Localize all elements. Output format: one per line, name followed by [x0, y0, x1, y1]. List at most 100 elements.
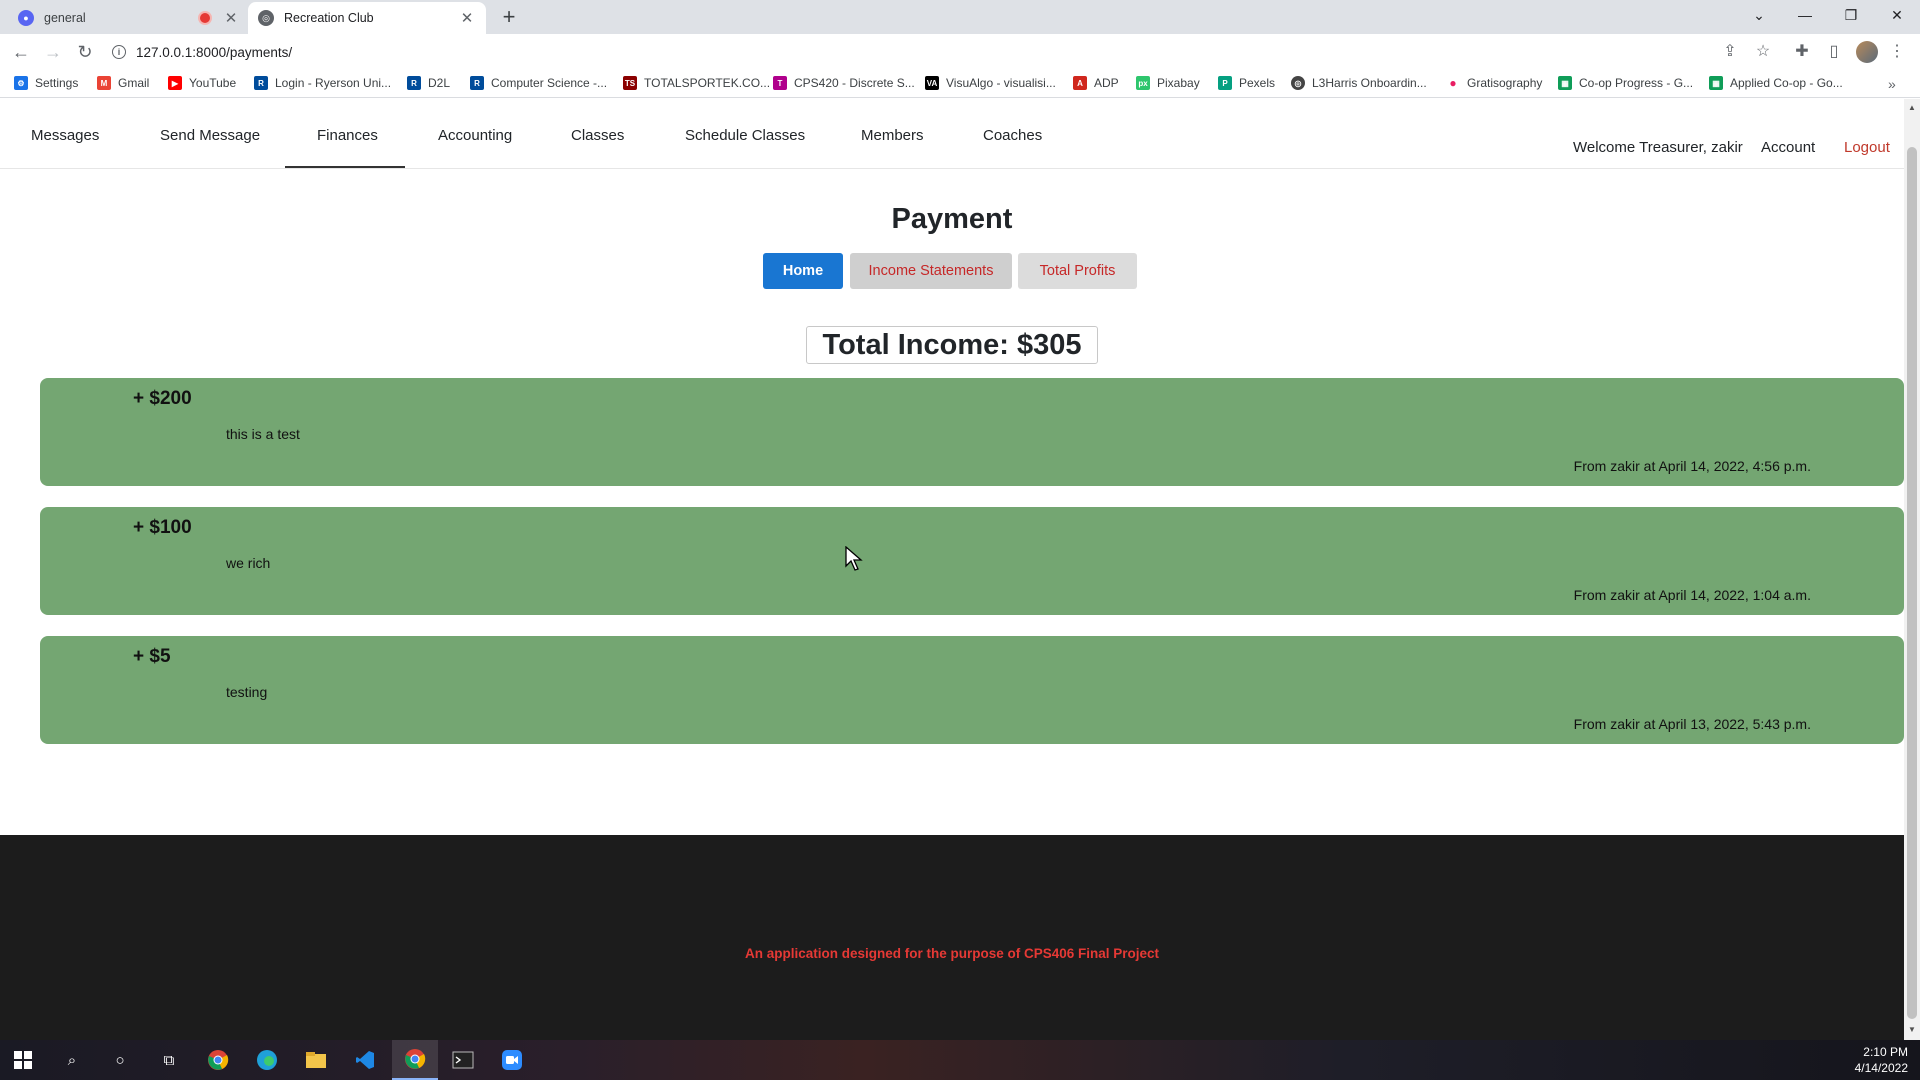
bookmark-youtube[interactable]: ▶ YouTube [168, 76, 236, 90]
payment-amount: + $5 [133, 646, 171, 667]
tab-recreation-club[interactable]: ◎ Recreation Club ✕ [248, 2, 486, 34]
home-button[interactable]: Home [763, 253, 843, 289]
payment-meta: From zakir at April 14, 2022, 1:04 a.m. [1573, 587, 1811, 603]
close-tab-icon[interactable]: ✕ [458, 9, 476, 27]
total-profits-button[interactable]: Total Profits [1018, 253, 1137, 289]
nav-send-message[interactable]: Send Message [160, 127, 260, 144]
gear-icon: ⚙ [14, 76, 28, 90]
vscode-icon[interactable] [353, 1048, 377, 1072]
tab-strip: ● general ✕ ◎ Recreation Club ✕ + ⌄ — ❐ … [0, 0, 1920, 34]
site-info-icon[interactable]: i [112, 45, 126, 59]
bookmark-label: Computer Science -... [491, 76, 608, 90]
clock-date: 4/14/2022 [1854, 1061, 1908, 1075]
bookmark-gmail[interactable]: M Gmail [97, 76, 149, 90]
back-icon[interactable]: ← [9, 40, 33, 64]
nav-coaches[interactable]: Coaches [983, 127, 1042, 144]
zoom-icon[interactable] [500, 1048, 524, 1072]
search-icon[interactable]: ⌕ [60, 1048, 84, 1072]
bookmark-star-icon[interactable]: ☆ [1752, 41, 1774, 61]
forward-icon[interactable]: → [41, 40, 65, 64]
bookmark-visualgo[interactable]: VA VisuAlgo - visualisi... [925, 76, 1056, 90]
payment-description: this is a test [226, 426, 300, 442]
pixabay-icon: px [1136, 76, 1150, 90]
close-window-icon[interactable]: ✕ [1882, 4, 1912, 26]
payment-card: + $200 this is a test From zakir at Apri… [40, 378, 1904, 486]
nav-schedule-classes[interactable]: Schedule Classes [685, 127, 805, 144]
ts-icon: TS [623, 76, 637, 90]
chrome-active-icon[interactable] [392, 1040, 438, 1080]
extensions-icon[interactable]: ✚ [1791, 41, 1813, 61]
chrome-icon[interactable] [206, 1048, 230, 1072]
bookmark-computer-science[interactable]: R Computer Science -... [470, 76, 607, 90]
reload-icon[interactable]: ↻ [73, 40, 97, 64]
scroll-down-icon[interactable]: ▼ [1908, 1025, 1916, 1034]
t-icon: T [773, 76, 787, 90]
address-bar[interactable]: i 127.0.0.1:8000/payments/ [112, 38, 1732, 66]
bookmark-pexels[interactable]: P Pexels [1218, 76, 1275, 90]
task-view-icon[interactable]: ⧉ [157, 1048, 181, 1072]
nav-classes[interactable]: Classes [571, 127, 624, 144]
youtube-icon: ▶ [168, 76, 182, 90]
bookmark-adp[interactable]: A ADP [1073, 76, 1119, 90]
profile-avatar[interactable] [1856, 41, 1878, 63]
payment-description: we rich [226, 555, 271, 571]
gmail-icon: M [97, 76, 111, 90]
scrollbar-thumb[interactable] [1907, 147, 1917, 1019]
edge-icon[interactable] [255, 1048, 279, 1072]
minimize-icon[interactable]: — [1790, 4, 1820, 26]
bookmark-label: Pexels [1239, 76, 1276, 90]
payment-amount: + $100 [133, 517, 192, 538]
logout-link[interactable]: Logout [1844, 139, 1890, 156]
cortana-icon[interactable]: ○ [108, 1048, 132, 1072]
file-explorer-icon[interactable] [304, 1048, 328, 1072]
page-scrollbar[interactable]: ▲ ▼ [1904, 99, 1920, 1040]
bookmark-label: CPS420 - Discrete S... [794, 76, 915, 90]
ryerson-icon: R [470, 76, 484, 90]
tab-search-icon[interactable]: ⌄ [1744, 4, 1774, 26]
bookmark-gratisography[interactable]: ● Gratisography [1446, 76, 1542, 90]
sheets-icon: ▦ [1709, 76, 1723, 90]
pexels-icon: P [1218, 76, 1232, 90]
bookmark-applied-coop[interactable]: ▦ Applied Co-op - Go... [1709, 76, 1843, 90]
nav-members[interactable]: Members [861, 127, 924, 144]
bookmark-settings[interactable]: ⚙ Settings [14, 76, 78, 90]
nav-accounting[interactable]: Accounting [438, 127, 512, 144]
tab-general[interactable]: ● general ✕ [8, 2, 250, 34]
terminal-icon[interactable] [451, 1048, 475, 1072]
menu-icon[interactable]: ⋮ [1886, 41, 1908, 61]
adp-icon: A [1073, 76, 1087, 90]
system-clock[interactable]: 2:10 PM 4/14/2022 [1855, 1044, 1908, 1076]
bookmark-label: Applied Co-op - Go... [1730, 76, 1843, 90]
bookmark-l3harris[interactable]: ◎ L3Harris Onboardin... [1291, 76, 1427, 90]
welcome-text: Welcome Treasurer, zakir [1573, 139, 1743, 156]
more-bookmarks-icon[interactable]: » [1888, 76, 1896, 92]
side-panel-icon[interactable]: ▯ [1823, 41, 1845, 61]
close-tab-icon[interactable]: ✕ [222, 9, 240, 27]
scroll-up-icon[interactable]: ▲ [1908, 103, 1916, 112]
bookmark-label: TOTALSPORTEK.CO... [644, 76, 771, 90]
restore-icon[interactable]: ❐ [1836, 4, 1866, 26]
payment-meta: From zakir at April 13, 2022, 5:43 p.m. [1573, 716, 1811, 732]
bookmark-pixabay[interactable]: px Pixabay [1136, 76, 1200, 90]
ryerson-icon: R [254, 76, 268, 90]
recording-icon [200, 13, 210, 23]
bookmark-label: Login - Ryerson Uni... [275, 76, 392, 90]
footer-text: An application designed for the purpose … [744, 946, 1160, 961]
bookmark-label: VisuAlgo - visualisi... [946, 76, 1056, 90]
bookmark-d2l[interactable]: R D2L [407, 76, 450, 90]
new-tab-button[interactable]: + [498, 6, 520, 28]
bookmark-totalsportek[interactable]: TS TOTALSPORTEK.CO... [623, 76, 770, 90]
bookmark-label: D2L [428, 76, 451, 90]
payment-card: + $5 testing From zakir at April 13, 202… [40, 636, 1904, 744]
account-link[interactable]: Account [1761, 139, 1815, 156]
income-statements-button[interactable]: Income Statements [850, 253, 1012, 289]
footer: An application designed for the purpose … [0, 835, 1904, 1040]
bookmark-coop-progress[interactable]: ▦ Co-op Progress - G... [1558, 76, 1693, 90]
bookmark-cps420[interactable]: T CPS420 - Discrete S... [773, 76, 915, 90]
bookmark-ryerson-login[interactable]: R Login - Ryerson Uni... [254, 76, 391, 90]
web-page: Messages Send Message Finances Accountin… [0, 99, 1904, 1040]
nav-messages[interactable]: Messages [31, 127, 99, 144]
share-icon[interactable]: ⇪ [1719, 41, 1741, 61]
windows-start-icon[interactable] [11, 1048, 35, 1072]
nav-finances[interactable]: Finances [317, 127, 378, 144]
